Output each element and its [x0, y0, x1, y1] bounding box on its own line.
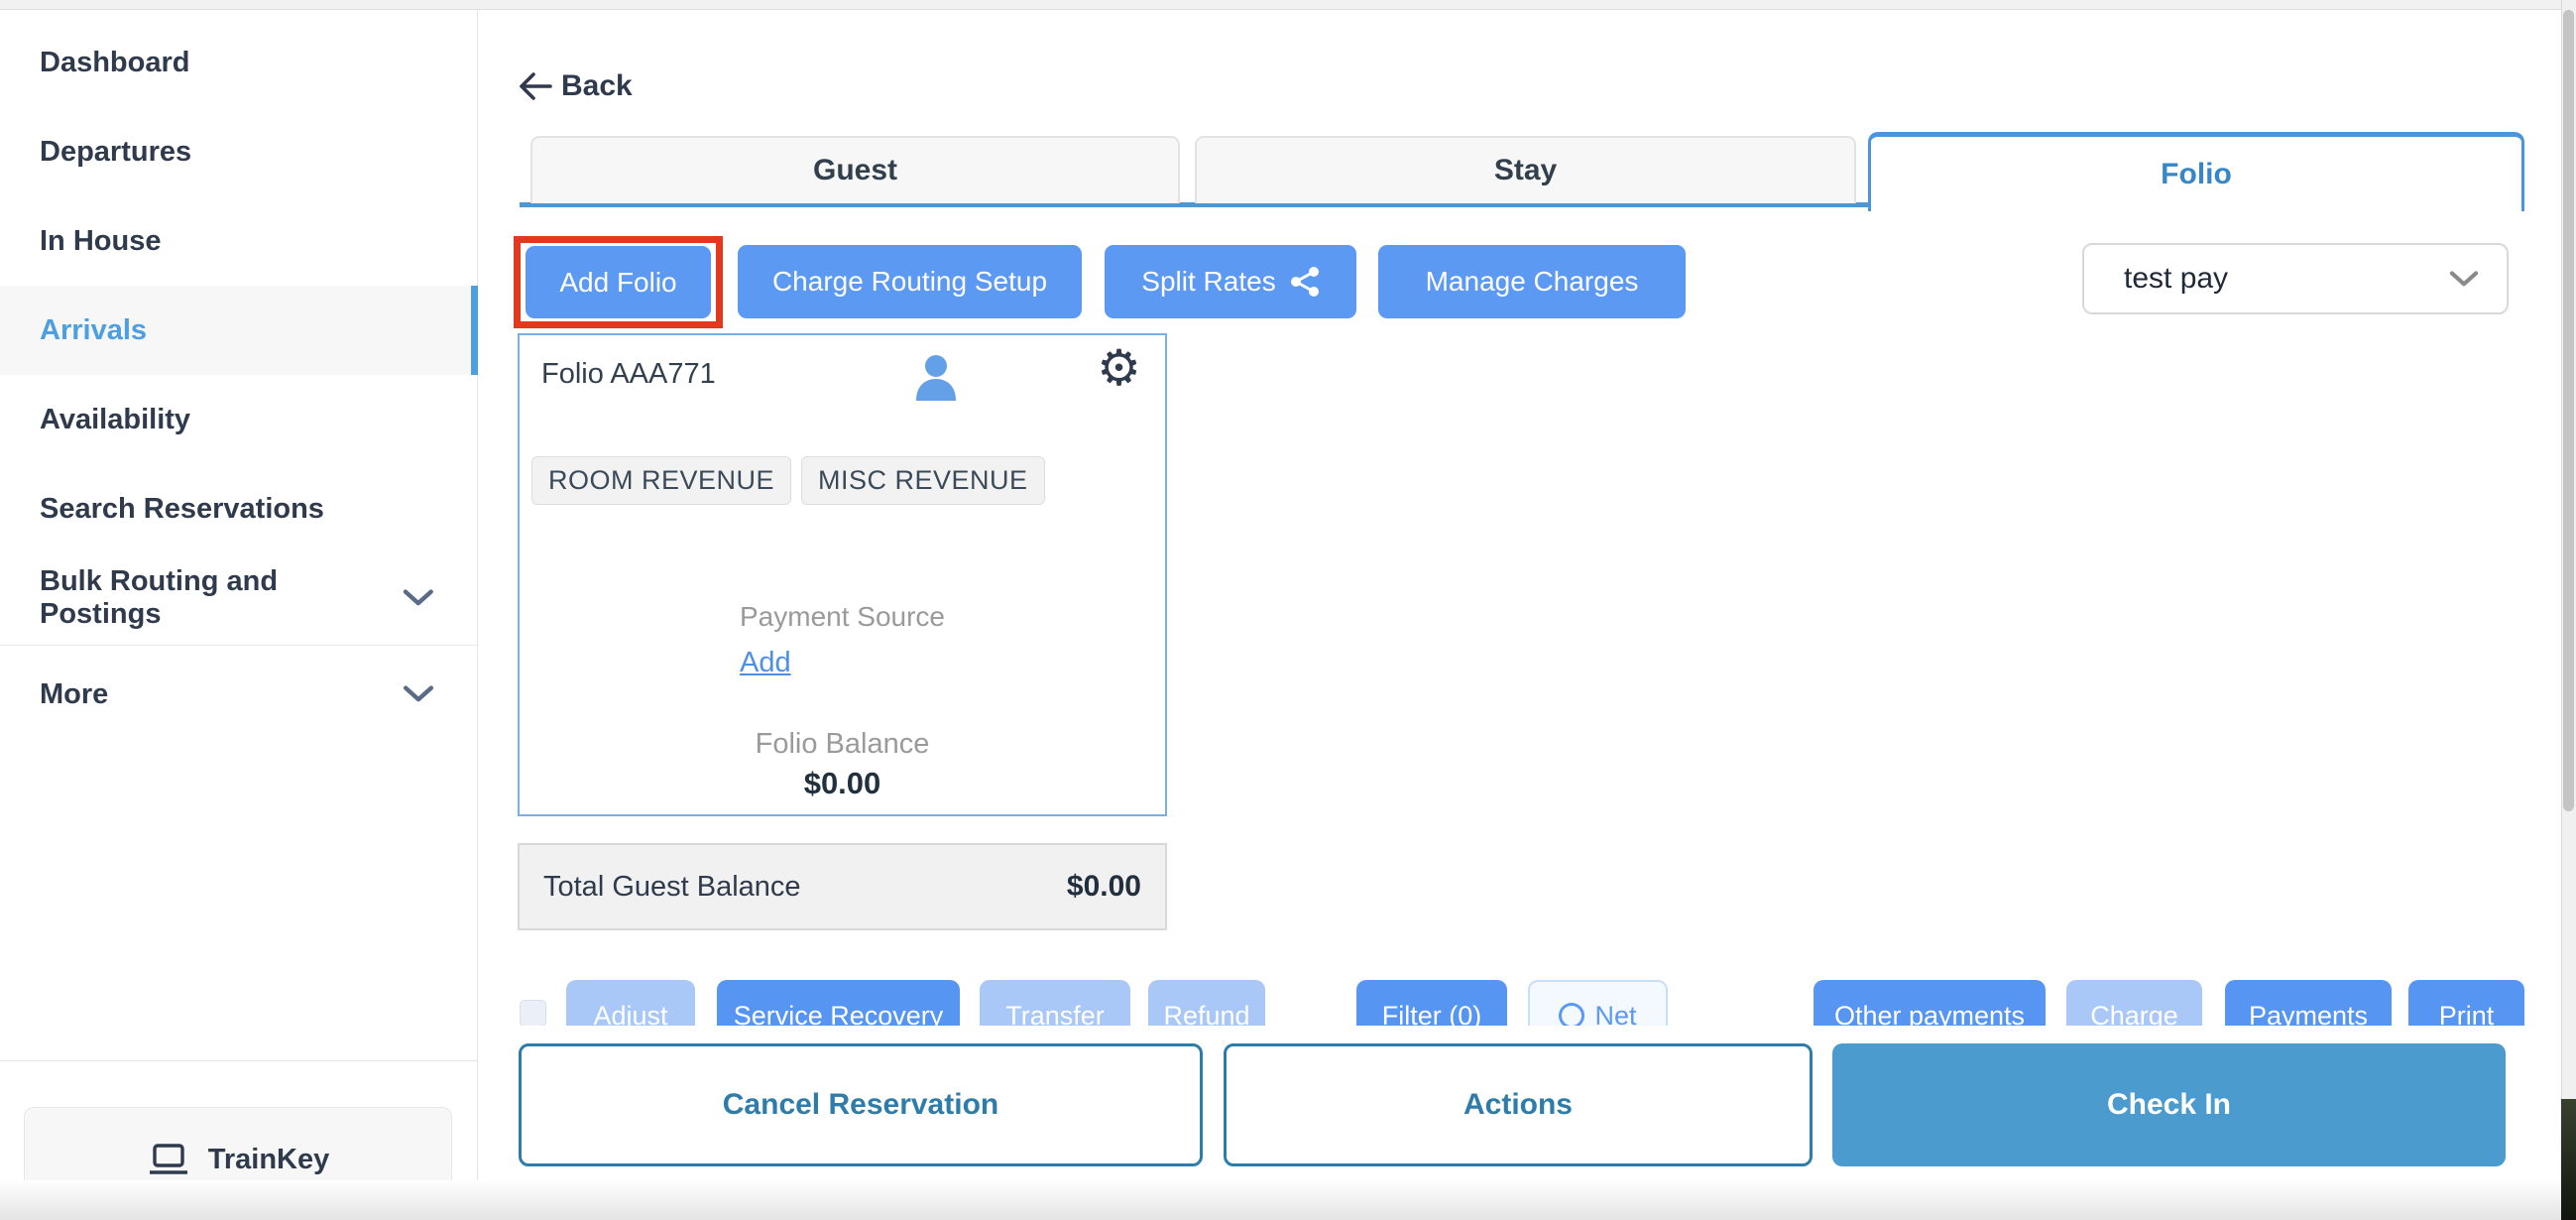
laptop-icon: [147, 1144, 190, 1176]
sidebar-footer-divider: [0, 1060, 478, 1061]
folio-card: Folio AAA771 ⚙ ROOM REVENUE MISC REVENUE…: [518, 333, 1167, 816]
sidebar-item-label: Departures: [40, 136, 191, 169]
button-label: Manage Charges: [1426, 266, 1639, 298]
payments-button[interactable]: Payments: [2225, 980, 2392, 1026]
payment-source-label: Payment Source: [740, 601, 945, 633]
tab-stay[interactable]: Stay: [1195, 136, 1856, 203]
revenue-badge: MISC REVENUE: [801, 456, 1045, 505]
button-label: Add Folio: [559, 267, 676, 299]
split-rates-button[interactable]: Split Rates: [1105, 245, 1356, 318]
gear-icon[interactable]: ⚙: [1097, 343, 1141, 393]
sidebar-item-in-house[interactable]: In House: [0, 196, 478, 286]
bottom-gradient-band: [0, 1180, 2576, 1220]
sidebar-item-label: In House: [40, 225, 161, 258]
button-label: Print: [2439, 1001, 2495, 1027]
actions-button[interactable]: Actions: [1224, 1043, 1813, 1166]
tab-label: Folio: [2161, 158, 2232, 191]
button-label: Other payments: [1834, 1001, 2025, 1027]
sidebar-item-more[interactable]: More: [0, 650, 478, 739]
select-all-checkbox[interactable]: [520, 1000, 546, 1026]
folio-balance-label: Folio Balance: [520, 728, 1165, 761]
add-folio-highlight-box: Add Folio: [514, 236, 723, 328]
back-arrow-icon: [518, 71, 553, 101]
chevron-down-icon: [403, 685, 434, 703]
button-label: Split Rates: [1141, 266, 1275, 298]
sidebar-item-arrivals[interactable]: Arrivals: [0, 286, 478, 375]
total-guest-balance-row: Total Guest Balance $0.00: [518, 843, 1167, 930]
sidebar-item-availability[interactable]: Availability: [0, 375, 478, 464]
payment-method-dropdown[interactable]: test pay: [2082, 243, 2509, 314]
sidebar-item-search-reservations[interactable]: Search Reservations: [0, 464, 478, 553]
chevron-down-icon: [403, 589, 434, 607]
transfer-button[interactable]: Transfer: [980, 980, 1130, 1026]
folio-balance-value: $0.00: [520, 766, 1165, 801]
folio-card-header: Folio AAA771 ⚙: [520, 335, 1165, 413]
revenue-badge: ROOM REVENUE: [531, 456, 791, 505]
button-label: Charge: [2090, 1001, 2178, 1027]
revenue-badges: ROOM REVENUE MISC REVENUE: [531, 456, 1045, 505]
other-payments-button[interactable]: Other payments: [1814, 980, 2046, 1026]
check-in-button[interactable]: Check In: [1832, 1043, 2506, 1166]
add-payment-source-link[interactable]: Add: [740, 647, 791, 679]
total-guest-balance-value: $0.00: [1067, 870, 1141, 904]
scrollbar-thumb[interactable]: [2563, 10, 2574, 811]
back-button[interactable]: Back: [518, 69, 633, 103]
cancel-reservation-button[interactable]: Cancel Reservation: [519, 1043, 1203, 1166]
adjust-button[interactable]: Adjust: [566, 980, 695, 1026]
back-label: Back: [561, 69, 633, 103]
chevron-down-icon: [2449, 271, 2479, 288]
tab-folio[interactable]: Folio: [1868, 132, 2524, 211]
sidebar-item-label: Search Reservations: [40, 493, 324, 526]
browser-top-strip: [0, 0, 2576, 10]
button-label: Adjust: [593, 1001, 667, 1027]
guest-person-icon[interactable]: [913, 353, 959, 401]
charge-button[interactable]: Charge: [2066, 980, 2202, 1026]
button-label: Payments: [2249, 1001, 2368, 1027]
net-circle-icon: [1559, 1003, 1584, 1026]
share-icon: [1290, 266, 1320, 298]
button-label: Service Recovery: [734, 1001, 944, 1027]
net-toggle-button[interactable]: Net: [1528, 980, 1668, 1026]
button-label: Net: [1594, 1001, 1636, 1027]
sidebar-item-label: Bulk Routing and Postings: [40, 565, 403, 631]
tab-label: Guest: [813, 154, 897, 187]
folio-title: Folio AAA771: [541, 358, 716, 391]
sidebar-item-label: Availability: [40, 404, 190, 436]
payment-source-block: Payment Source Add: [520, 601, 1165, 679]
tab-guest[interactable]: Guest: [530, 136, 1180, 203]
folio-action-row: Adjust Service Recovery Transfer Refund …: [506, 978, 2548, 1026]
button-label: Transfer: [1005, 1001, 1105, 1027]
button-label: Cancel Reservation: [723, 1088, 998, 1122]
trainkey-label: TrainKey: [208, 1144, 330, 1176]
sidebar-item-label: Arrivals: [40, 314, 147, 347]
desktop-edge-corner: [2561, 1099, 2576, 1220]
button-label: Refund: [1163, 1001, 1249, 1027]
refund-button[interactable]: Refund: [1148, 980, 1265, 1026]
button-label: Charge Routing Setup: [772, 266, 1047, 298]
service-recovery-button[interactable]: Service Recovery: [717, 980, 960, 1026]
print-button[interactable]: Print: [2408, 980, 2524, 1026]
sidebar-item-label: More: [40, 678, 108, 711]
button-label: Check In: [2107, 1088, 2231, 1122]
sidebar-item-label: Dashboard: [40, 47, 189, 79]
sidebar-item-bulk-routing[interactable]: Bulk Routing and Postings: [0, 553, 478, 643]
sidebar-item-departures[interactable]: Departures: [0, 107, 478, 196]
sidebar-divider: [0, 645, 478, 646]
button-label: Filter (0): [1382, 1001, 1482, 1027]
charge-routing-setup-button[interactable]: Charge Routing Setup: [738, 245, 1082, 318]
manage-charges-button[interactable]: Manage Charges: [1378, 245, 1686, 318]
payment-method-value: test pay: [2124, 262, 2228, 296]
sidebar: Dashboard Departures In House Arrivals A…: [0, 10, 478, 1220]
tab-label: Stay: [1494, 154, 1557, 187]
add-folio-button[interactable]: Add Folio: [526, 246, 711, 318]
total-guest-balance-label: Total Guest Balance: [543, 871, 801, 904]
filter-button[interactable]: Filter (0): [1356, 980, 1507, 1026]
button-label: Actions: [1464, 1088, 1573, 1122]
sidebar-item-dashboard[interactable]: Dashboard: [0, 18, 478, 107]
